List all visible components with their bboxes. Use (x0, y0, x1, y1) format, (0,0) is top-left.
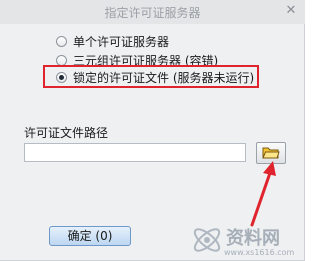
watermark-logo-icon (193, 228, 221, 252)
watermark: 资料网 www.xs1616.com (190, 222, 305, 260)
watermark-text: 资料网 (226, 228, 280, 249)
watermark-url: www.xs1616.com (224, 248, 295, 257)
ok-button[interactable]: 确定 (0) (49, 226, 131, 246)
